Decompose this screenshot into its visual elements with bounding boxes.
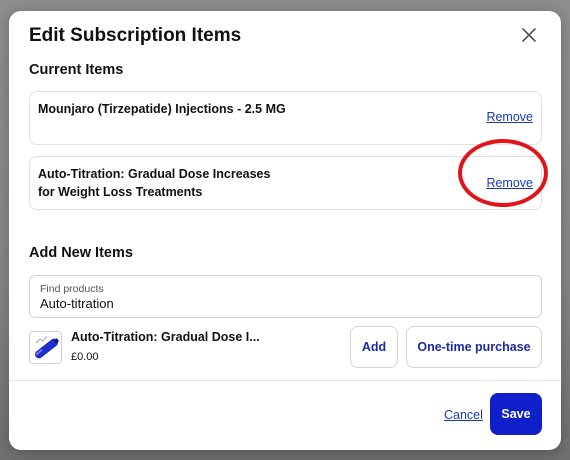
- edit-subscription-modal: Edit Subscription Items Current Items Mo…: [9, 11, 561, 450]
- find-products-input[interactable]: Find products Auto-titration: [29, 275, 542, 318]
- product-result-name: Auto-Titration: Gradual Dose I...: [71, 330, 260, 344]
- footer-divider: [9, 380, 561, 381]
- close-icon: [522, 28, 536, 42]
- current-item-name: Mounjaro (Tirzepatide) Injections - 2.5 …: [38, 102, 286, 116]
- current-items-heading: Current Items: [29, 62, 124, 78]
- product-result-price: £0.00: [71, 351, 99, 363]
- cancel-button[interactable]: Cancel: [444, 408, 483, 422]
- current-item-card: Auto-Titration: Gradual Dose Increases f…: [29, 156, 542, 210]
- add-new-items-heading: Add New Items: [29, 245, 133, 261]
- current-item-card: Mounjaro (Tirzepatide) Injections - 2.5 …: [29, 91, 542, 145]
- close-button[interactable]: [519, 25, 539, 45]
- one-time-purchase-button[interactable]: One-time purchase: [406, 326, 542, 368]
- remove-button[interactable]: Remove: [486, 176, 533, 190]
- find-products-label: Find products: [40, 283, 104, 295]
- current-item-name: Auto-Titration: Gradual Dose Increases f…: [38, 167, 271, 199]
- find-products-value[interactable]: Auto-titration: [40, 296, 114, 311]
- modal-title: Edit Subscription Items: [29, 25, 242, 46]
- save-button[interactable]: Save: [490, 393, 542, 435]
- add-button[interactable]: Add: [350, 326, 398, 368]
- product-thumbnail: [29, 331, 62, 364]
- remove-button[interactable]: Remove: [486, 110, 533, 124]
- syringe-pen-icon: [30, 332, 61, 363]
